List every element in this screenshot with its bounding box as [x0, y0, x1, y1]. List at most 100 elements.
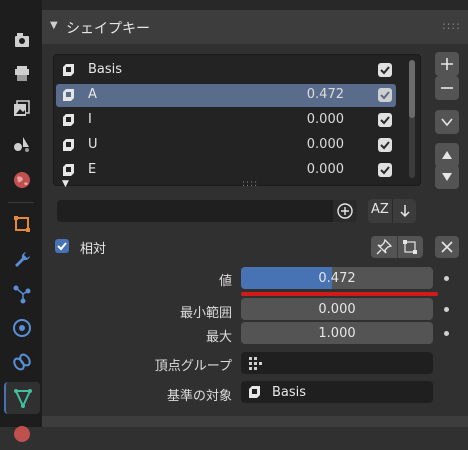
vertex-group-field[interactable]	[241, 352, 433, 374]
relative-checkbox[interactable]	[55, 239, 69, 253]
max-value: 1.000	[318, 325, 356, 341]
scene-icon	[14, 137, 29, 152]
keyframe-dot-icon[interactable]	[444, 307, 449, 312]
shape-key-icon	[63, 114, 74, 126]
shape-key-value[interactable]: 0.000	[307, 162, 344, 177]
shape-key-value[interactable]: 0.000	[307, 137, 344, 152]
list-item[interactable]: I 0.000	[56, 109, 396, 132]
min-range-label: 最小範囲	[179, 306, 232, 321]
shape-key-name: Basis	[88, 62, 123, 77]
shape-key-mute-checkbox[interactable]	[378, 88, 392, 102]
list-item[interactable]: U 0.000	[56, 134, 396, 157]
value-slider[interactable]: 0.472	[241, 267, 433, 289]
relative-to-field[interactable]: Basis	[241, 381, 433, 403]
sort-alphabetical-button[interactable]: AZ	[371, 202, 389, 217]
add-shape-key-button[interactable]	[435, 52, 459, 76]
relative-label: 相対	[80, 242, 107, 257]
physics-tab[interactable]	[6, 312, 38, 344]
next-panel-header[interactable]	[42, 416, 468, 427]
view-layer-tab[interactable]	[6, 92, 38, 124]
plus-icon	[441, 58, 453, 70]
shape-key-value[interactable]: 0.000	[307, 112, 344, 127]
shape-key-mute-checkbox[interactable]	[378, 138, 392, 152]
modifier-wrench-icon	[15, 252, 30, 267]
zoom-in-icon	[337, 203, 353, 219]
list-item[interactable]: A 0.472	[56, 84, 396, 107]
max-field[interactable]: 1.000	[241, 322, 433, 344]
vertex-group-label: 頂点グループ	[154, 359, 232, 374]
shape-key-name: U	[88, 137, 98, 152]
object-icon	[14, 216, 30, 232]
pin-edit-divider	[397, 236, 398, 258]
list-expand-arrow-icon[interactable]: ▼	[62, 179, 69, 189]
annotation-underline	[241, 292, 438, 296]
list-resize-grip-icon[interactable]: ::::	[242, 179, 258, 189]
shape-key-name: I	[88, 112, 92, 127]
shape-key-icon	[63, 164, 74, 176]
shape-key-icon	[63, 89, 74, 101]
clear-shape-keys-button[interactable]	[435, 236, 459, 258]
chevron-down-icon	[441, 118, 453, 127]
modifier-tab[interactable]	[6, 244, 38, 276]
render-icon	[15, 33, 29, 47]
filter-input[interactable]	[57, 200, 357, 222]
panel-title: シェイプキー	[66, 21, 150, 37]
properties-tab-bar	[0, 0, 42, 442]
material-icon	[14, 426, 30, 442]
value-label: 値	[218, 274, 232, 289]
shape-key-icon	[63, 64, 74, 76]
world-icon	[14, 172, 30, 188]
arrow-down-icon[interactable]	[398, 204, 412, 218]
particles-tab[interactable]	[6, 278, 38, 310]
remove-shape-key-button[interactable]	[435, 76, 459, 100]
min-range-field[interactable]: 0.000	[241, 298, 433, 320]
keyframe-dot-icon[interactable]	[444, 276, 449, 281]
sort-divider	[392, 199, 393, 223]
shape-key-mute-checkbox[interactable]	[378, 63, 392, 77]
constraints-tab[interactable]	[6, 346, 38, 378]
shape-key-icon	[249, 386, 260, 398]
checkmark-icon	[380, 116, 390, 125]
object-tab[interactable]	[6, 208, 38, 240]
shape-key-name: A	[88, 87, 97, 102]
triangle-down-icon	[442, 173, 452, 181]
move-up-button[interactable]	[435, 143, 459, 167]
list-scrollbar-thumb[interactable]	[409, 60, 415, 118]
collapse-arrow-icon: ▼	[50, 20, 58, 31]
shape-key-specials-button[interactable]	[435, 110, 459, 134]
list-item[interactable]: Basis	[56, 59, 396, 82]
list-item[interactable]: E 0.000	[56, 159, 396, 182]
pin-icon[interactable]	[376, 239, 392, 255]
output-tab[interactable]	[6, 58, 38, 90]
panel-top-strip	[42, 0, 468, 10]
shape-key-value[interactable]: 0.472	[307, 87, 344, 102]
vertex-group-icon	[249, 357, 262, 370]
close-icon	[441, 241, 453, 253]
shape-key-list: Basis A 0.472 I 0.000 U 0.000 E 0.000 ▼ …	[53, 54, 421, 189]
filter-search-button[interactable]	[333, 200, 357, 222]
checkmark-icon	[380, 66, 390, 75]
checkmark-icon	[380, 91, 390, 100]
keyframe-dot-icon[interactable]	[444, 331, 449, 336]
move-down-button[interactable]	[435, 165, 459, 189]
shape-key-icon	[63, 139, 74, 151]
triangle-up-icon	[442, 151, 452, 159]
shape-key-mute-checkbox[interactable]	[378, 113, 392, 127]
checkmark-icon	[57, 242, 67, 251]
shape-key-mute-checkbox[interactable]	[378, 163, 392, 177]
object-data-tab[interactable]	[4, 382, 40, 414]
constraints-icon	[13, 353, 31, 371]
drag-handle-icon[interactable]: ::::	[442, 19, 461, 32]
checkmark-icon	[380, 141, 390, 150]
edit-mode-icon[interactable]	[402, 239, 418, 255]
pin-edit-group	[371, 236, 423, 258]
particles-icon	[13, 285, 31, 304]
relative-to-value: Basis	[272, 384, 307, 400]
relative-to-label: 基準の対象	[166, 389, 232, 404]
world-tab[interactable]	[6, 164, 38, 196]
output-icon	[15, 66, 29, 81]
shape-keys-header[interactable]: ▼ シェイプキー ::::	[42, 10, 468, 44]
material-tab[interactable]	[6, 418, 38, 450]
scene-tab[interactable]	[6, 128, 38, 160]
render-tab[interactable]	[6, 24, 38, 56]
